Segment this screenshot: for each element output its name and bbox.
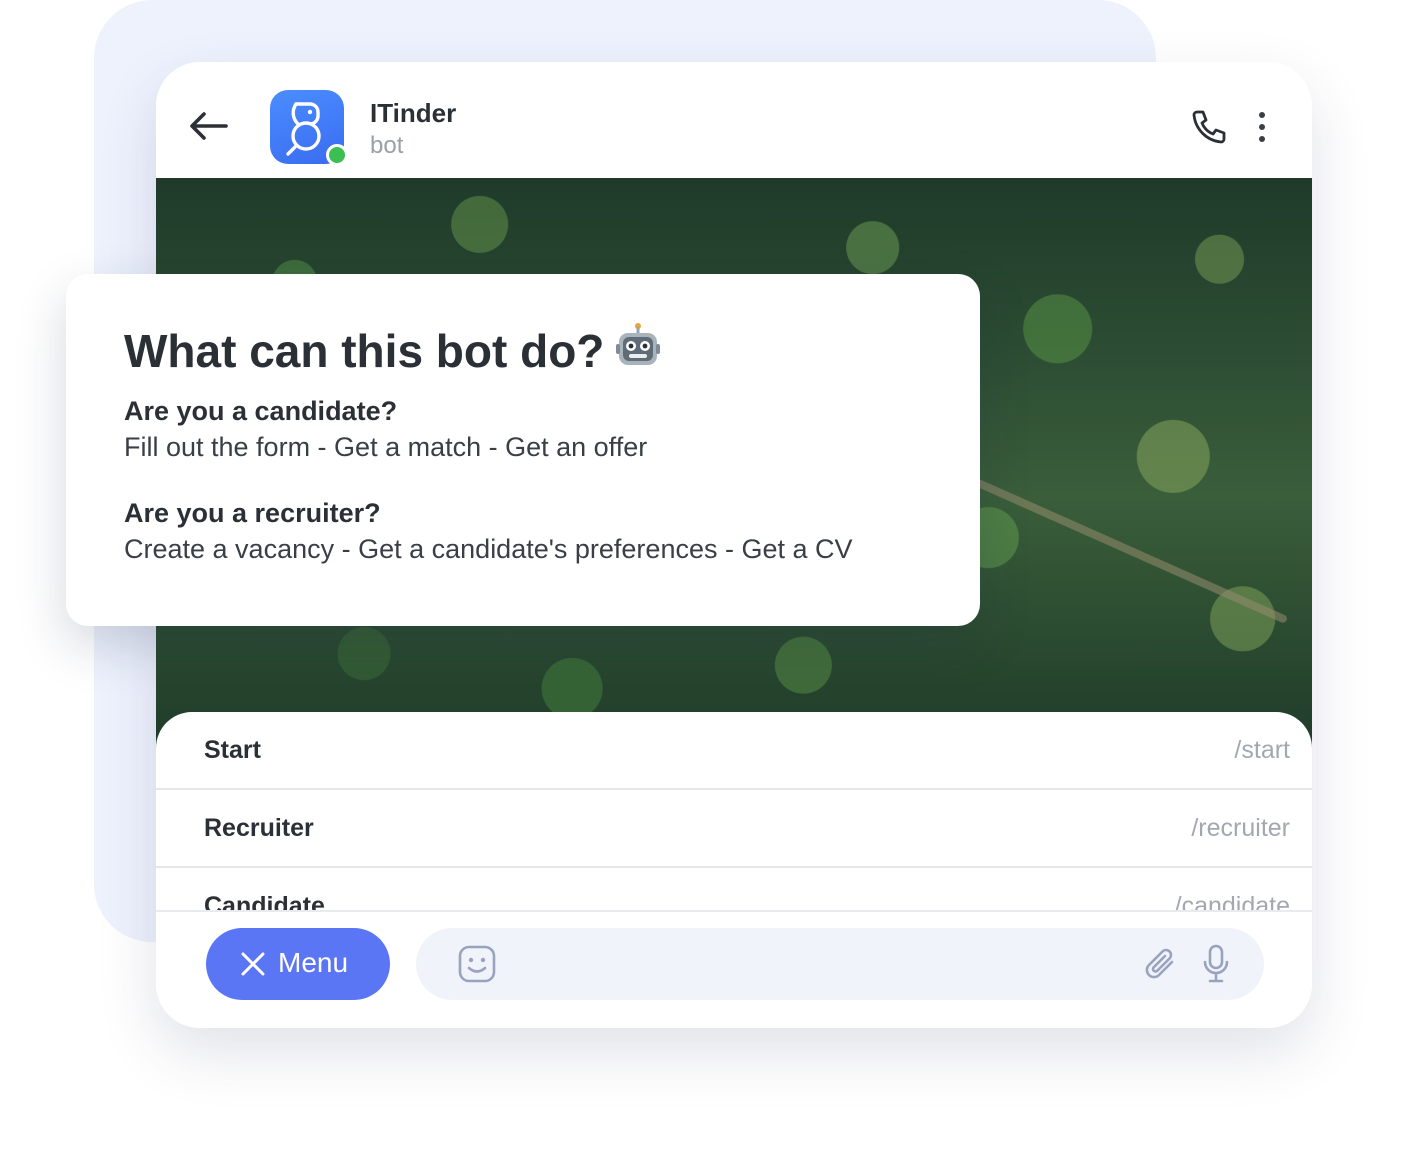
candidate-steps: Fill out the form - Get a match - Get an… [124,432,648,462]
command-name: Recruiter [204,814,314,842]
avatar[interactable] [270,90,348,166]
recruiter-steps: Create a vacancy - Get a candidate's pre… [124,534,853,564]
arrow-left-icon [190,112,228,140]
command-code: /recruiter [1191,814,1290,842]
description-title: What can this bot do? [124,325,605,377]
phone-icon [1192,110,1226,144]
command-row-candidate[interactable]: Candidate /candidate [156,868,1312,910]
close-icon [241,952,265,976]
call-button[interactable] [1188,108,1228,148]
message-input[interactable] [516,942,1120,988]
microphone-button[interactable] [1202,944,1230,984]
message-input-bar: Menu [156,910,1312,1028]
menu-label: Menu [278,947,349,978]
candidate-heading: Are you a candidate? [124,396,398,426]
microphone-icon [1203,944,1229,983]
more-options-button[interactable] [1250,110,1274,144]
message-field [416,928,1264,1000]
bot-description-card: What can this bot do? Are you a candidat… [66,274,980,626]
menu-button[interactable]: Menu [206,928,390,1000]
command-row-recruiter[interactable]: Recruiter /recruiter [156,790,1312,868]
back-button[interactable] [186,108,230,144]
smile-icon [458,945,496,983]
recruiter-heading: Are you a recruiter? [124,498,381,528]
command-name: Candidate [204,892,325,910]
command-code: /candidate [1174,892,1290,910]
stage: ITinder bot Start /start Recruiter /recr… [0,0,1406,1158]
wallpaper-road [974,478,1289,624]
paperclip-icon [1145,948,1174,979]
bot-menu-panel: Start /start Recruiter /recruiter Candid… [156,712,1312,1028]
attach-button[interactable] [1144,946,1178,982]
command-list: Start /start Recruiter /recruiter Candid… [156,712,1312,910]
emoji-button[interactable] [458,945,496,983]
bot-subtitle: bot [370,132,404,159]
robot-face-icon [616,323,660,365]
bot-name: ITinder [370,98,457,128]
command-code: /start [1234,736,1290,764]
command-row-start[interactable]: Start /start [156,712,1312,790]
command-name: Start [204,736,261,764]
chat-header: ITinder bot [156,62,1312,178]
more-vertical-icon [1259,112,1265,142]
online-status-dot [326,144,348,166]
